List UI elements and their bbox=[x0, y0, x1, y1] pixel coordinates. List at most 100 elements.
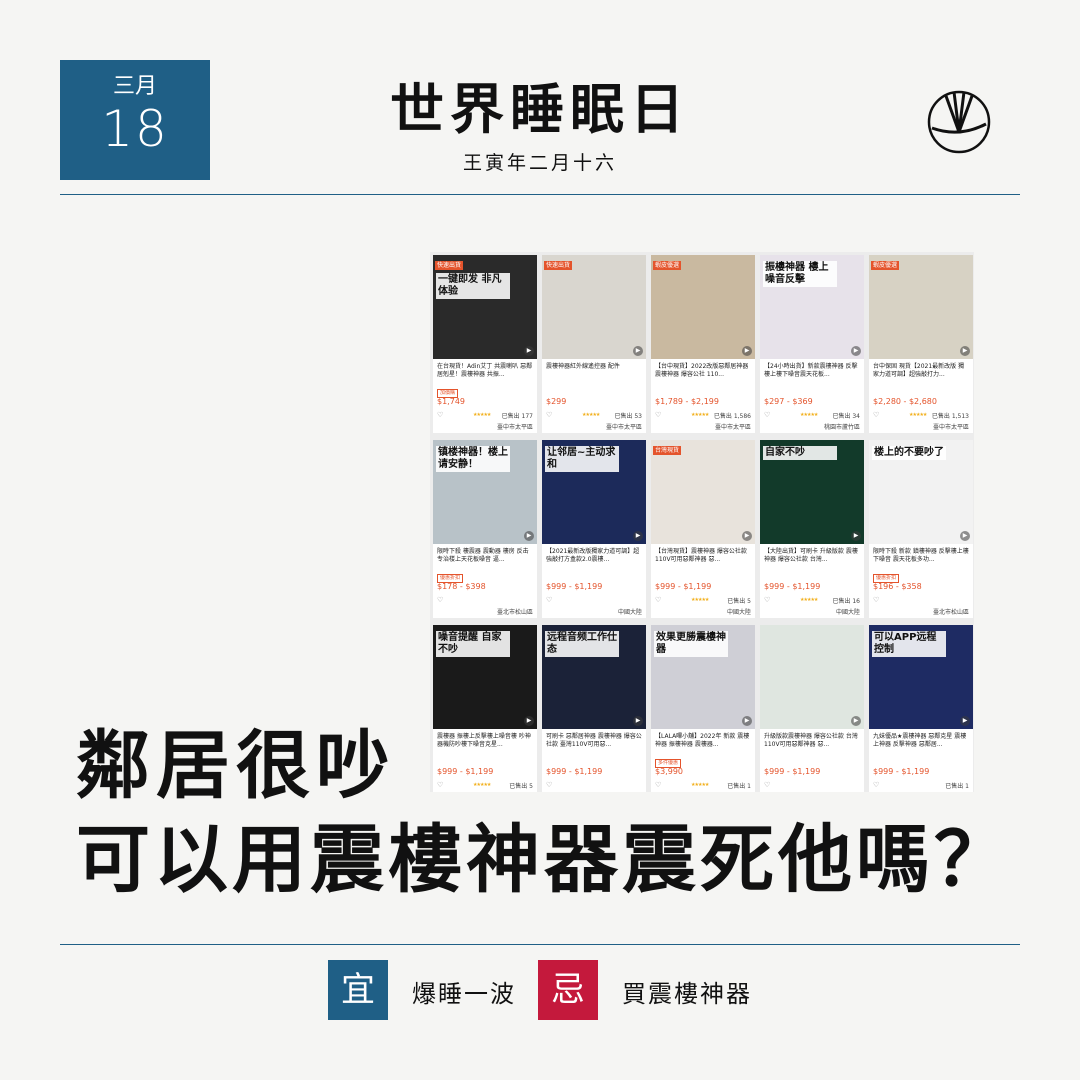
lunar-date: 王寅年二月十六 bbox=[462, 152, 617, 174]
sold-count: 已售出 5 bbox=[727, 598, 751, 605]
product-title[interactable]: 【台中現貨】2022改版惡鄰居神器 震樓神器 爆容公社 110... bbox=[651, 359, 755, 379]
ji-text: 買震樓神器 bbox=[622, 980, 752, 1008]
product-image-caption: 让邻居~主动求和 bbox=[545, 446, 619, 472]
product-price: $1,749 bbox=[437, 397, 465, 406]
product-thumbnail[interactable]: ▶ bbox=[760, 625, 864, 729]
product-card[interactable]: 自家不吵 ▶ 【大陸出貨】可刷卡 升級版款 震樓神器 爆容公社款 台灣... $999… bbox=[760, 440, 864, 618]
heart-icon[interactable]: ♡ bbox=[873, 411, 879, 419]
play-icon[interactable]: ▶ bbox=[633, 531, 643, 541]
product-card[interactable]: 让邻居~主动求和 ▶ 【2021最新改版獨家力道可調】超強敲打方盒款2.0震樓...… bbox=[542, 440, 646, 618]
rating-stars: ★★★★★ bbox=[909, 412, 927, 418]
product-title[interactable]: 【LALA嗶小舖】2022年 新款 震樓神器 振樓神器 震樓器... bbox=[651, 729, 755, 749]
shipping-badge: 快速出貨 bbox=[435, 261, 464, 270]
play-icon[interactable]: ▶ bbox=[851, 531, 861, 541]
product-price: $999 - $1,199 bbox=[546, 767, 603, 776]
product-thumbnail[interactable]: 远程音频工作仕态 ▶ bbox=[542, 625, 646, 729]
heart-icon[interactable]: ♡ bbox=[437, 411, 443, 419]
heart-icon[interactable]: ♡ bbox=[437, 781, 443, 789]
product-card[interactable]: 蝦皮優選 ▶ 台中保固 現貨【2021最新改版 獨家力道可調】超強敲打力... $2,… bbox=[869, 255, 973, 433]
heart-icon[interactable]: ♡ bbox=[655, 781, 661, 789]
product-thumbnail[interactable]: 振樓神器 樓上噪音反擊 ▶ bbox=[760, 255, 864, 359]
product-thumbnail[interactable]: 楼上的不要吵了 ▶ bbox=[869, 440, 973, 544]
product-thumbnail[interactable]: 效果更勝震樓神器 ▶ bbox=[651, 625, 755, 729]
play-icon[interactable]: ▶ bbox=[633, 346, 643, 356]
product-card[interactable]: 噪音提醒 自家不吵 ▶ 震樓器 振樓上反擊樓上噪音樓 吵神器機防吵樓下噪音克星...… bbox=[433, 625, 537, 792]
product-title[interactable]: 【台灣現貨】震樓神器 爆容公社款 110V可用惡鄰神器 惡... bbox=[651, 544, 755, 564]
product-title[interactable]: 【2021最新改版獨家力道可調】超強敲打方盒款2.0震樓... bbox=[542, 544, 646, 564]
rating-stars: ★★★★★ bbox=[473, 412, 491, 418]
heart-icon[interactable]: ♡ bbox=[437, 596, 443, 604]
product-card[interactable]: ▶ 升級版款震樓神器 爆容公社款 台灣110V可用惡鄰神器 惡... $999 - … bbox=[760, 625, 864, 792]
product-thumbnail[interactable]: 可以APP远程控制 ▶ bbox=[869, 625, 973, 729]
product-card[interactable]: 蝦皮優選 ▶ 【台中現貨】2022改版惡鄰居神器 震樓神器 爆容公社 110... $… bbox=[651, 255, 755, 433]
rating-stars: ★★★★★ bbox=[800, 597, 818, 603]
product-thumbnail[interactable]: 蝦皮優選 ▶ bbox=[651, 255, 755, 359]
heart-icon[interactable]: ♡ bbox=[655, 596, 661, 604]
heart-icon[interactable]: ♡ bbox=[546, 781, 552, 789]
product-card[interactable]: 楼上的不要吵了 ▶ 限時下殺 新款 鎮樓神器 反擊樓上樓下噪音 震天花板多功... 優… bbox=[869, 440, 973, 618]
product-image-caption: 一键即发 非凡体验 bbox=[436, 273, 510, 299]
play-icon[interactable]: ▶ bbox=[524, 531, 534, 541]
product-card[interactable]: 台灣現貨 ▶ 【台灣現貨】震樓神器 爆容公社款 110V可用惡鄰神器 惡... $99… bbox=[651, 440, 755, 618]
sold-count: 已售出 53 bbox=[614, 413, 642, 420]
product-card[interactable]: 快速出貨 ▶ 震樓神器紅外線遙控器 配件 $299 ♡ ★★★★★ 已售出 53 臺中市太平區 bbox=[542, 255, 646, 433]
play-icon[interactable]: ▶ bbox=[742, 716, 752, 726]
play-icon[interactable]: ▶ bbox=[742, 531, 752, 541]
yi-badge: 宜 bbox=[328, 960, 388, 1020]
product-card[interactable]: 远程音频工作仕态 ▶ 可刷卡 惡鄰居神器 震樓神器 爆容公社款 臺灣110V可用惡.… bbox=[542, 625, 646, 792]
heart-icon[interactable]: ♡ bbox=[764, 596, 770, 604]
product-title[interactable]: 限時下殺 樓震器 震動器 樓房 反击 专治楼上天花板噪音 逼... bbox=[433, 544, 537, 564]
play-icon[interactable]: ▶ bbox=[851, 716, 861, 726]
product-thumbnail[interactable]: 噪音提醒 自家不吵 ▶ bbox=[433, 625, 537, 729]
play-icon[interactable]: ▶ bbox=[851, 346, 861, 356]
play-icon[interactable]: ▶ bbox=[742, 346, 752, 356]
product-thumbnail[interactable]: 快速出貨 ▶ bbox=[542, 255, 646, 359]
product-card[interactable]: 可以APP远程控制 ▶ 九妹優品★震樓神器 惡鄰克星 震樓上神器 反擊神器 惡鄰居.… bbox=[869, 625, 973, 792]
product-title[interactable]: 震樓器 振樓上反擊樓上噪音樓 吵神器機防吵樓下噪音克星... bbox=[433, 729, 537, 749]
heart-icon[interactable]: ♡ bbox=[764, 411, 770, 419]
play-icon[interactable]: ▶ bbox=[633, 716, 643, 726]
product-title[interactable]: 台中保固 現貨【2021最新改版 獨家力道可調】超強敲打力... bbox=[869, 359, 973, 379]
product-title[interactable]: 震樓神器紅外線遙控器 配件 bbox=[542, 359, 646, 379]
play-icon[interactable]: ▶ bbox=[524, 716, 534, 726]
heart-icon[interactable]: ♡ bbox=[546, 596, 552, 604]
heart-icon[interactable]: ♡ bbox=[873, 596, 879, 604]
play-icon[interactable]: ▶ bbox=[960, 531, 970, 541]
seller-location: 中國大陸 bbox=[726, 609, 751, 616]
product-thumbnail[interactable]: 台灣現貨 ▶ bbox=[651, 440, 755, 544]
rating-stars: ★★★★★ bbox=[582, 412, 600, 418]
product-title[interactable]: 在台現貨！Adin艾丁 共震喇叭 惡鄰居剋星！震樓神器 共振... bbox=[433, 359, 537, 379]
product-title[interactable]: 可刷卡 惡鄰居神器 震樓神器 爆容公社款 臺灣110V可用惡... bbox=[542, 729, 646, 749]
product-title[interactable]: 【大陸出貨】可刷卡 升級版款 震樓神器 爆容公社款 台灣... bbox=[760, 544, 864, 564]
product-title[interactable]: 九妹優品★震樓神器 惡鄰克星 震樓上神器 反擊神器 惡鄰居... bbox=[869, 729, 973, 749]
seller-location: 中國大陸 bbox=[617, 609, 642, 616]
product-title[interactable]: 【24小時出貨】新款震樓神器 反擊樓上樓下噪音震天花板... bbox=[760, 359, 864, 379]
rating-stars: ★★★★★ bbox=[691, 782, 709, 788]
product-card[interactable]: 镇楼神器！楼上请安静！ ▶ 限時下殺 樓震器 震動器 樓房 反击 专治楼上天花板噪音… bbox=[433, 440, 537, 618]
product-image bbox=[433, 255, 537, 359]
product-thumbnail[interactable]: 自家不吵 ▶ bbox=[760, 440, 864, 544]
seller-location: 臺北市松山區 bbox=[932, 609, 969, 616]
play-icon[interactable]: ▶ bbox=[960, 346, 970, 356]
play-icon[interactable]: ▶ bbox=[524, 346, 534, 356]
product-thumbnail[interactable]: 让邻居~主动求和 ▶ bbox=[542, 440, 646, 544]
product-thumbnail[interactable]: 蝦皮優選 ▶ bbox=[869, 255, 973, 359]
product-card[interactable]: 快速出貨一键即发 非凡体验 ▶ 在台現貨！Adin艾丁 共震喇叭 惡鄰居剋星！震樓神… bbox=[433, 255, 537, 433]
product-thumbnail[interactable]: 快速出貨一键即发 非凡体验 ▶ bbox=[433, 255, 537, 359]
product-thumbnail[interactable]: 镇楼神器！楼上请安静！ ▶ bbox=[433, 440, 537, 544]
product-card[interactable]: 效果更勝震樓神器 ▶ 【LALA嗶小舖】2022年 新款 震樓神器 振樓神器 震樓器… bbox=[651, 625, 755, 792]
product-image bbox=[542, 255, 646, 359]
shipping-badge: 台灣現貨 bbox=[653, 446, 682, 455]
heart-icon[interactable]: ♡ bbox=[546, 411, 552, 419]
heart-icon[interactable]: ♡ bbox=[873, 781, 879, 789]
product-title[interactable]: 限時下殺 新款 鎮樓神器 反擊樓上樓下噪音 震天花板多功... bbox=[869, 544, 973, 564]
heart-icon[interactable]: ♡ bbox=[764, 781, 770, 789]
heart-icon[interactable]: ♡ bbox=[655, 411, 661, 419]
play-icon[interactable]: ▶ bbox=[960, 716, 970, 726]
product-image-caption: 镇楼神器！楼上请安静！ bbox=[436, 446, 510, 472]
rating-stars: ★★★★★ bbox=[473, 782, 491, 788]
product-price: $3,990 bbox=[655, 767, 683, 776]
product-title[interactable]: 升級版款震樓神器 爆容公社款 台灣110V可用惡鄰神器 惡... bbox=[760, 729, 864, 749]
sold-count: 已售出 1,586 bbox=[713, 413, 751, 420]
product-card[interactable]: 振樓神器 樓上噪音反擊 ▶ 【24小時出貨】新款震樓神器 反擊樓上樓下噪音震天花板.… bbox=[760, 255, 864, 433]
